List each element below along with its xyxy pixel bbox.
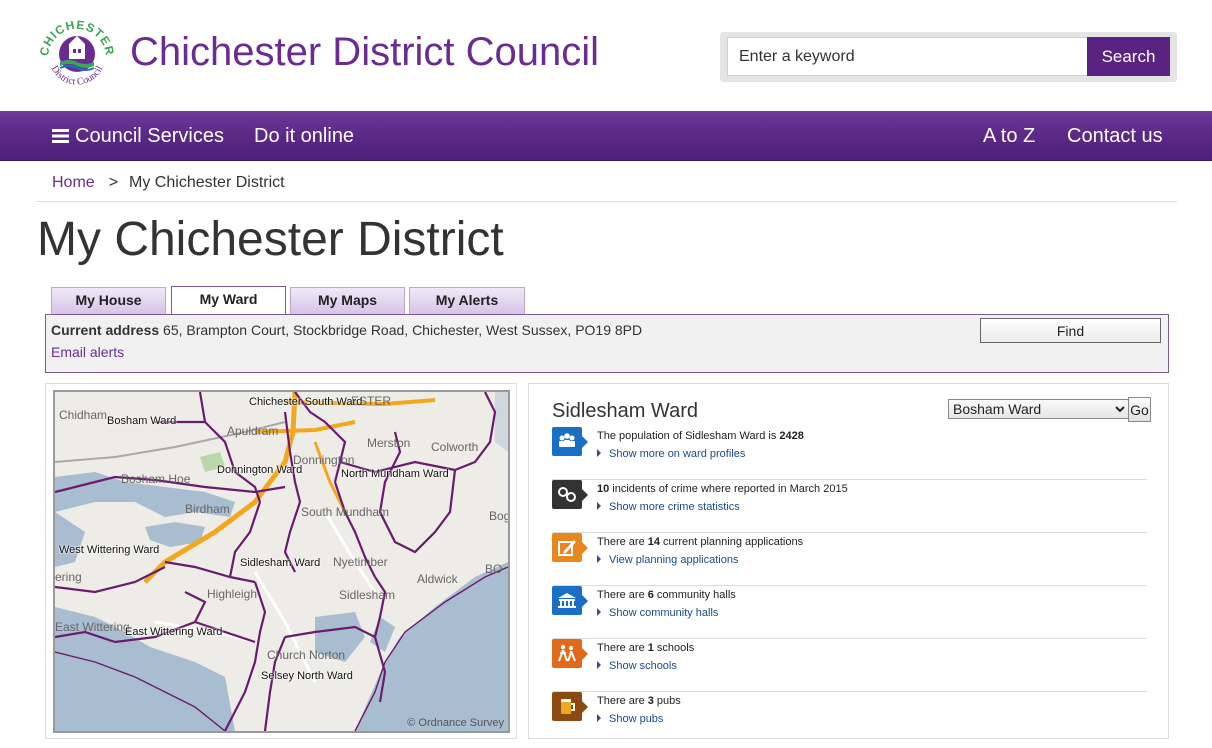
map-place-label: Highleigh: [207, 587, 258, 601]
map-ward-label[interactable]: West Wittering Ward: [59, 544, 159, 556]
map-place-label: BO: [485, 562, 503, 576]
site-header: CHICHESTER District Council Chichester D…: [0, 0, 1212, 111]
population-icon: [552, 427, 588, 456]
current-address-label: Current address: [51, 322, 160, 338]
breadcrumb-current: My Chichester District: [129, 174, 285, 191]
map-ward-label[interactable]: Sidlesham Ward: [240, 557, 320, 569]
planning-icon: [552, 533, 588, 562]
map-place-label: Apuldram: [227, 424, 279, 438]
stat-text-crime: 10 incidents of crime where reported in …: [597, 483, 848, 495]
stat-row-crime: 10 incidents of crime where reported in …: [552, 480, 1147, 533]
planning-applications-link[interactable]: View planning applications: [597, 554, 738, 566]
main-navigation: Council Services Do it online A to Z Con…: [0, 111, 1212, 161]
stat-row-schools: There are 1 schools Show schools: [552, 639, 1147, 692]
map-place-label: Sidlesham: [339, 588, 396, 602]
stat-row-community-halls: There are 6 community halls Show communi…: [552, 586, 1147, 639]
map-place-label: Aldwick: [417, 572, 458, 586]
breadcrumb-home[interactable]: Home: [52, 174, 95, 191]
stat-text-pubs: There are 3 pubs: [597, 695, 681, 707]
nav-council-services-label: Council Services: [75, 125, 224, 147]
ward-title: Sidlesham Ward: [552, 400, 698, 422]
ward-select[interactable]: Bosham Ward: [948, 399, 1129, 419]
page-title: My Chichester District: [37, 213, 504, 266]
schools-link[interactable]: Show schools: [597, 660, 677, 672]
breadcrumb-separator: >: [108, 174, 119, 191]
search-input[interactable]: [727, 37, 1089, 76]
stat-text-planning: There are 14 current planning applicatio…: [597, 536, 804, 548]
map-panel: Chidham Apuldram Merston Colworth Donnin…: [45, 383, 517, 739]
crime-statistics-link[interactable]: Show more crime statistics: [597, 501, 740, 513]
map-place-label: Nyetimber: [333, 555, 388, 569]
ward-map[interactable]: Chidham Apuldram Merston Colworth Donnin…: [53, 390, 510, 733]
map-ward-label[interactable]: East Wittering Ward: [125, 626, 222, 638]
ward-info-panel: Sidlesham Ward Bosham Ward Go The popula…: [528, 383, 1169, 739]
email-alerts-link[interactable]: Email alerts: [51, 344, 124, 360]
council-logo[interactable]: CHICHESTER District Council: [36, 14, 118, 96]
map-place-label: East Wittering: [55, 620, 130, 634]
ward-profiles-link[interactable]: Show more on ward profiles: [597, 448, 745, 460]
nav-a-to-z[interactable]: A to Z: [983, 125, 1035, 148]
map-place-label: Merston: [367, 436, 411, 450]
tab-my-house[interactable]: My House: [51, 287, 166, 314]
map-place-label: Church Norton: [267, 648, 346, 662]
pub-icon: [552, 692, 588, 721]
map-place-label: ering: [55, 570, 82, 584]
find-button[interactable]: Find: [980, 318, 1161, 343]
pubs-link[interactable]: Show pubs: [597, 713, 663, 725]
map-place-label: Bog: [489, 509, 510, 523]
map-ward-label[interactable]: Selsey North Ward: [261, 670, 353, 682]
nav-council-services[interactable]: Council Services: [52, 125, 224, 148]
tab-my-maps[interactable]: My Maps: [290, 287, 405, 314]
stat-text-population: The population of Sidlesham Ward is 2428: [597, 430, 804, 442]
stat-row-population: The population of Sidlesham Ward is 2428…: [552, 427, 1147, 480]
map-ward-label[interactable]: Bosham Ward: [107, 415, 176, 427]
map-ward-label[interactable]: North Mundham Ward: [341, 468, 449, 480]
community-hall-icon: [552, 586, 588, 615]
go-button[interactable]: Go: [1128, 397, 1151, 422]
nav-contact-us[interactable]: Contact us: [1067, 125, 1163, 148]
current-address: Current address 65, Brampton Court, Stoc…: [51, 322, 642, 338]
nav-do-it-online[interactable]: Do it online: [254, 125, 354, 148]
map-place-label: Bosham Hoe: [121, 472, 191, 486]
map-place-label: South Mundham: [301, 505, 390, 519]
stat-row-pubs: There are 3 pubs Show pubs: [552, 692, 1147, 745]
stat-text-schools: There are 1 schools: [597, 642, 695, 654]
stat-text-community-halls: There are 6 community halls: [597, 589, 736, 601]
community-halls-link[interactable]: Show community halls: [597, 607, 718, 619]
school-icon: [552, 639, 588, 668]
map-place-label: Chidham: [59, 408, 108, 422]
tab-my-ward[interactable]: My Ward: [171, 286, 286, 315]
map-ward-label[interactable]: Chichester South Ward: [249, 396, 362, 408]
map-place-label: Colworth: [431, 440, 479, 454]
tab-my-alerts[interactable]: My Alerts: [409, 287, 525, 314]
search-box: Search: [720, 32, 1177, 82]
address-panel: Current address 65, Brampton Court, Stoc…: [45, 314, 1169, 373]
stat-row-planning: There are 14 current planning applicatio…: [552, 533, 1147, 586]
map-ward-label[interactable]: Donnington Ward: [217, 464, 302, 476]
current-address-value: 65, Brampton Court, Stockbridge Road, Ch…: [163, 322, 643, 338]
breadcrumb-divider: [36, 201, 1177, 202]
breadcrumb: Home > My Chichester District: [52, 174, 285, 192]
site-title[interactable]: Chichester District Council: [130, 30, 599, 75]
crime-icon: [552, 480, 588, 509]
map-copyright: © Ordnance Survey: [407, 717, 504, 729]
menu-icon: [52, 129, 69, 143]
search-button[interactable]: Search: [1087, 37, 1170, 76]
map-place-label: Birdham: [185, 502, 230, 516]
map-place-label: Donnington: [293, 453, 355, 467]
